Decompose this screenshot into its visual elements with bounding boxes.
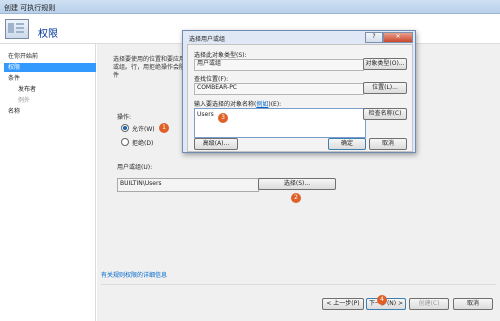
- sidebar-item-before-you-begin[interactable]: 在你开始前: [4, 52, 96, 61]
- sidebar-item-permissions[interactable]: 权限: [4, 63, 96, 72]
- callout-badge-3: 3: [218, 113, 228, 123]
- object-names-input[interactable]: Users: [194, 108, 366, 138]
- dialog-cancel-button[interactable]: 取消: [369, 138, 407, 150]
- object-type-label: 选择此对象类型(S):: [194, 52, 247, 59]
- deny-label: 拒绝(D): [132, 139, 154, 147]
- locations-button[interactable]: 位置(L)...: [363, 82, 407, 94]
- dialog-title: 选择用户或组: [189, 36, 226, 43]
- advanced-button[interactable]: 高级(A)...: [194, 138, 238, 150]
- object-names-label: 输入要选择的对象名称(例如)(E):: [194, 99, 281, 108]
- deny-radio[interactable]: [121, 138, 129, 146]
- allow-label: 允许(W): [132, 125, 155, 133]
- location-field: COMBEAR-PC: [194, 83, 364, 95]
- sidebar-item-exceptions[interactable]: 例外: [4, 96, 106, 105]
- select-users-dialog: 选择用户或组 ? ✕ 选择此对象类型(S): 用户或组 对象类型(O)... 查…: [182, 30, 416, 153]
- check-names-button[interactable]: 检查名称(C): [363, 108, 407, 120]
- object-names-label-prefix: 输入要选择的对象名称(: [194, 101, 257, 108]
- allow-option[interactable]: 允许(W): [121, 124, 155, 133]
- previous-button[interactable]: < 上一步(P): [322, 298, 364, 310]
- close-icon[interactable]: ✕: [383, 32, 413, 43]
- window-title-bar: 创建 可执行规则: [0, 0, 500, 14]
- callout-badge-1: 1: [159, 123, 169, 133]
- object-types-button[interactable]: 对象类型(O)...: [363, 58, 407, 70]
- sidebar-item-publisher[interactable]: 发布者: [4, 85, 106, 94]
- deny-option[interactable]: 拒绝(D): [121, 138, 154, 147]
- window-title: 创建 可执行规则: [4, 4, 56, 12]
- wizard-icon: [5, 19, 29, 39]
- help-link[interactable]: 有关规则权限的详细信息: [101, 270, 167, 279]
- callout-badge-4: 4: [377, 295, 387, 305]
- examples-link[interactable]: 例如: [256, 101, 268, 108]
- ok-button[interactable]: 确定: [328, 138, 366, 150]
- cancel-button[interactable]: 取消: [453, 298, 493, 310]
- object-type-field: 用户或组: [194, 59, 364, 71]
- user-group-label: 用户或组(U):: [117, 164, 153, 171]
- sidebar-item-name[interactable]: 名称: [4, 107, 96, 116]
- dialog-body: 选择此对象类型(S): 用户或组 对象类型(O)... 查找位置(F): COM…: [187, 44, 413, 152]
- user-group-field[interactable]: BUILTIN\Users: [117, 178, 259, 192]
- callout-badge-2: 2: [291, 193, 301, 203]
- operation-label: 操作:: [117, 114, 132, 121]
- create-button[interactable]: 创建(C): [409, 298, 449, 310]
- location-label: 查找位置(F):: [194, 76, 229, 83]
- sidebar-item-conditions[interactable]: 条件: [4, 74, 96, 83]
- allow-radio[interactable]: [121, 124, 129, 132]
- help-icon[interactable]: ?: [365, 32, 383, 43]
- select-user-button[interactable]: 选择(S)...: [258, 178, 336, 190]
- wizard-sidebar: 在你开始前 权限 条件 发布者 例外 名称: [0, 44, 96, 321]
- page-title: 权限: [38, 29, 58, 40]
- object-names-label-suffix: )(E):: [268, 101, 282, 108]
- footer-divider: [101, 284, 496, 285]
